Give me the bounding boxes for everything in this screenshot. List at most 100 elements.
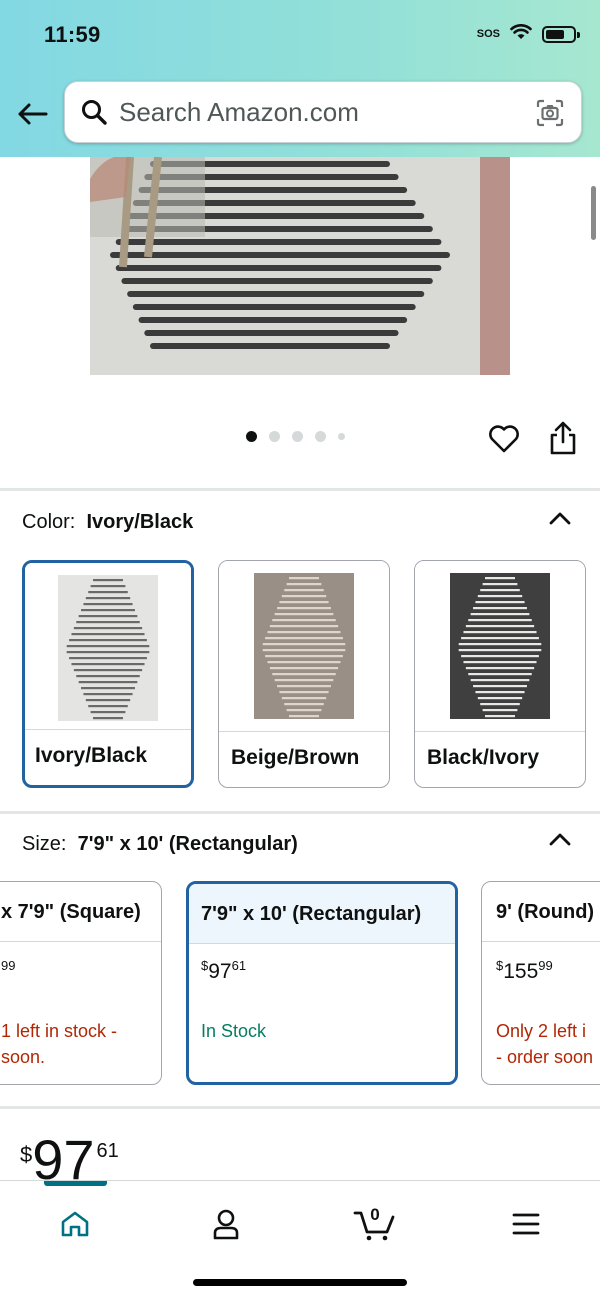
thumb-stripe xyxy=(289,577,319,580)
thumb-stripe xyxy=(286,583,322,586)
size-option-rectangular[interactable]: 7'9" x 10' (Rectangular) $9761 In Stock xyxy=(186,881,458,1085)
thumb-stripe xyxy=(88,705,128,708)
thumb-stripe xyxy=(284,589,324,592)
carousel-dot[interactable] xyxy=(246,431,257,442)
thumb-stripe xyxy=(482,709,518,712)
thumb-stripe xyxy=(83,603,133,606)
color-selector-label: Color: Ivory/Black xyxy=(22,511,193,534)
back-arrow-icon xyxy=(18,103,48,125)
thumb-stripe xyxy=(458,643,542,646)
nav-account[interactable] xyxy=(196,1199,256,1249)
thumb-stripe xyxy=(272,619,336,622)
thumb-stripe xyxy=(81,609,135,612)
camera-search-icon[interactable] xyxy=(535,98,565,128)
thumb-stripe xyxy=(289,715,319,718)
thumb-stripe xyxy=(465,667,535,670)
thumb-stripe xyxy=(69,657,147,660)
home-indicator xyxy=(193,1279,407,1286)
section-divider xyxy=(0,811,600,814)
wifi-icon xyxy=(510,24,532,45)
thumb-stripe xyxy=(265,637,343,640)
thumb-stripe xyxy=(482,583,518,586)
thumb-stripe xyxy=(477,595,523,598)
thumb-stripe xyxy=(284,703,324,706)
thumb-stripe xyxy=(463,661,537,664)
thumb-stripe xyxy=(465,625,535,628)
back-button[interactable] xyxy=(14,96,50,132)
thumb-stripe xyxy=(272,673,336,676)
size-selector-label: Size: 7'9" x 10' (Rectangular) xyxy=(22,833,298,856)
color-option-ivory-black[interactable]: Ivory/Black xyxy=(22,560,194,788)
carousel-dot[interactable] xyxy=(269,431,280,442)
rug-stripe xyxy=(132,304,416,310)
heart-icon xyxy=(489,425,519,453)
thumb-stripe xyxy=(269,625,339,628)
thumb-stripe xyxy=(470,613,530,616)
thumb-stripe xyxy=(475,601,525,604)
nav-home[interactable] xyxy=(45,1199,105,1249)
color-option-black-ivory[interactable]: Black/Ivory xyxy=(414,560,586,788)
image-carousel-dots[interactable] xyxy=(246,431,345,442)
section-divider xyxy=(0,1106,600,1109)
thumb-stripe xyxy=(277,607,331,610)
collapse-color-button[interactable] xyxy=(546,505,574,533)
thumb-stripe xyxy=(480,703,520,706)
section-divider xyxy=(0,488,600,491)
thumb-stripe xyxy=(66,645,150,648)
wishlist-button[interactable] xyxy=(487,422,521,456)
scrollbar[interactable] xyxy=(591,186,596,240)
thumb-stripe xyxy=(277,685,331,688)
thumb-stripe xyxy=(463,631,537,634)
thumb-stripe xyxy=(83,693,133,696)
home-icon xyxy=(61,1211,89,1237)
thumb-stripe xyxy=(88,591,128,594)
color-option-label: Beige/Brown xyxy=(219,731,389,787)
thumb-stripe xyxy=(480,589,520,592)
size-option-stock: 1 left in stock - soon. xyxy=(1,1021,118,1067)
size-option-stock: Only 2 left i - order soon xyxy=(496,1021,594,1067)
share-icon xyxy=(550,421,576,455)
nav-cart[interactable]: 0 xyxy=(345,1199,405,1249)
thumb-stripe xyxy=(470,679,530,682)
thumb-stripe xyxy=(281,697,327,700)
thumb-stripe xyxy=(85,597,131,600)
thumb-stripe xyxy=(281,595,327,598)
thumb-stripe xyxy=(71,663,145,666)
rug-stripe xyxy=(144,330,399,336)
thumb-stripe xyxy=(468,673,532,676)
thumb-stripe xyxy=(279,601,329,604)
rug-stripe xyxy=(115,265,442,271)
product-image[interactable] xyxy=(90,157,510,375)
sos-indicator: SOS xyxy=(476,28,500,40)
size-option-stock: In Stock xyxy=(201,1021,267,1041)
size-option-round[interactable]: 9' (Round) $15599 Only 2 left i - order … xyxy=(481,881,600,1085)
chevron-up-icon xyxy=(549,512,571,525)
size-option-price: $9761 xyxy=(201,958,247,983)
carousel-dot[interactable] xyxy=(292,431,303,442)
thumb-stripe xyxy=(458,649,542,652)
thumb-stripe xyxy=(267,661,341,664)
color-option-label: Black/Ivory xyxy=(415,731,585,787)
share-button[interactable] xyxy=(546,420,580,456)
thumb-stripe xyxy=(69,639,147,642)
thumb-stripe xyxy=(267,631,341,634)
search-bar[interactable] xyxy=(64,81,582,143)
carousel-dot[interactable] xyxy=(315,431,326,442)
size-option-label: 7'9" x 10' (Rectangular) xyxy=(189,884,455,944)
price-fraction: 61 xyxy=(96,1140,119,1162)
thumb-stripe xyxy=(468,619,532,622)
selected-size-value: 7'9" x 10' (Rectangular) xyxy=(77,833,298,855)
collapse-size-button[interactable] xyxy=(546,826,574,854)
nav-menu[interactable] xyxy=(496,1199,556,1249)
status-icons: SOS xyxy=(476,24,580,45)
search-input[interactable] xyxy=(119,96,519,128)
thumb-stripe xyxy=(90,711,126,714)
rug-stripe xyxy=(121,278,433,284)
color-option-beige-brown[interactable]: Beige/Brown xyxy=(218,560,390,788)
rug-stripe xyxy=(115,239,442,245)
app-header: 11:59 SOS xyxy=(0,0,600,157)
size-option-square[interactable]: x 7'9" (Square) 99 1 left in stock - soo… xyxy=(0,881,162,1085)
rug-stripe xyxy=(127,291,425,297)
search-icon xyxy=(81,99,107,125)
carousel-dot[interactable] xyxy=(338,433,345,440)
